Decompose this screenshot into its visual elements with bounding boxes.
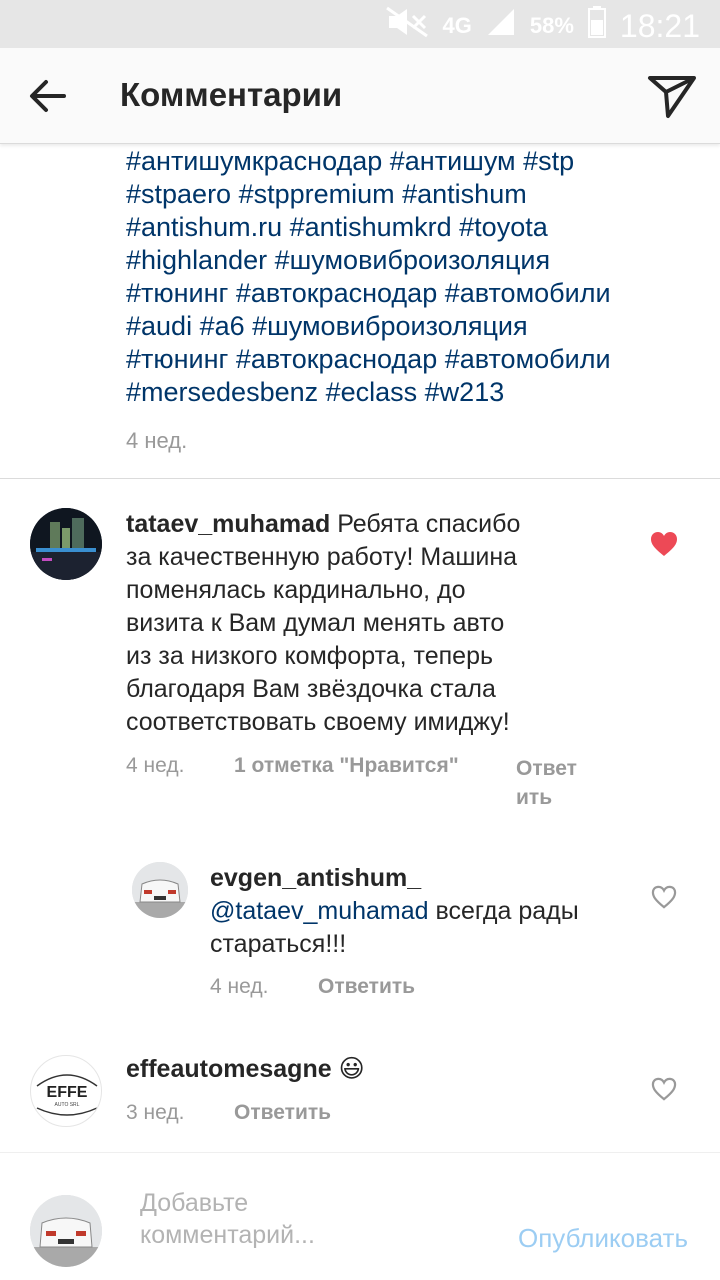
placeholder-line: комментарий... <box>140 1221 315 1249</box>
battery-percent: 58% <box>529 13 574 38</box>
like-button[interactable] <box>651 885 679 911</box>
comment-text: поменялась кардинально, до <box>126 576 466 604</box>
comment-composer: Добавьте комментарий... Опубликовать <box>0 1152 720 1280</box>
caption-line[interactable]: #mersedesbenz #eclass #w213 <box>126 376 696 409</box>
avatar-photo <box>30 508 102 580</box>
heart-outline-icon <box>651 1077 677 1101</box>
avatar[interactable]: EFFE AUTO SRL <box>30 1055 102 1127</box>
caption-timestamp: 4 нед. <box>126 428 188 453</box>
comment-username[interactable]: effeautomesagne <box>126 1055 332 1083</box>
caption-line[interactable]: #stpaero #stppremium #antishum <box>126 178 696 211</box>
reply-button[interactable]: Ответ ить <box>516 754 577 812</box>
avatar-photo <box>30 1195 102 1267</box>
placeholder-line: Добавьте <box>140 1189 249 1217</box>
app-bar: Комментарии <box>0 48 720 144</box>
comment-text: благодаря Вам звёздочка стала <box>126 675 496 703</box>
mute-icon <box>385 6 429 46</box>
caption-line[interactable]: #highlander #шумовиброизоляция <box>126 244 696 277</box>
comment-body: tataev_muhamad Ребята спасибо за качеств… <box>126 508 646 739</box>
network-label: 4G <box>442 13 472 38</box>
avatar-photo <box>132 862 188 918</box>
caption-line[interactable]: #антишумкраснодар #антишум #stp <box>126 145 696 178</box>
comment-text: Ребята спасибо <box>337 510 521 538</box>
comment-body: evgen_antishum_ @tataev_muhamad всегда р… <box>210 862 650 961</box>
comment-username[interactable]: evgen_antishum_ <box>210 862 650 895</box>
comment-body: effeautomesagne 😃 <box>126 1053 626 1086</box>
logo-text: EFFE <box>47 1084 88 1101</box>
arrow-left-icon <box>30 80 66 112</box>
reply-label: ить <box>516 786 553 809</box>
reply-button[interactable]: Ответить <box>318 975 415 999</box>
avatar[interactable] <box>30 508 102 580</box>
comment-text: визита к Вам думал менять авто <box>126 609 505 637</box>
caption-line[interactable]: #тюнинг #автокраснодар #автомобили <box>126 343 696 376</box>
send-icon <box>648 76 696 118</box>
mention-link[interactable]: @tataev_muhamad <box>210 897 429 925</box>
comment-timestamp: 3 нед. <box>126 1101 185 1124</box>
caption-line[interactable]: #тюнинг #автокраснодар #автомобили <box>126 277 696 310</box>
comment-input[interactable]: Добавьте комментарий... <box>140 1187 440 1251</box>
my-avatar <box>30 1195 102 1267</box>
logo-subtext: AUTO SRL <box>55 1102 80 1108</box>
avatar[interactable] <box>132 862 188 918</box>
like-button[interactable] <box>651 1077 679 1103</box>
reply-label: Ответ <box>516 757 577 780</box>
battery-icon <box>587 6 606 46</box>
publish-button[interactable]: Опубликовать <box>518 1223 688 1254</box>
comment-text: всегда рады <box>435 897 579 925</box>
comment-timestamp: 4 нед. <box>210 975 269 998</box>
comment-text: соответствовать своему имиджу! <box>126 708 510 736</box>
page-title: Комментарии <box>120 76 343 113</box>
comment-timestamp: 4 нед. <box>126 754 185 777</box>
signal-icon <box>486 7 516 45</box>
caption-line[interactable]: #antishum.ru #antishumkrd #toyota <box>126 211 696 244</box>
clock: 18:21 <box>619 7 700 44</box>
status-bar: 4G 58% 18:21 <box>0 0 720 48</box>
emoji: 😃 <box>338 1055 365 1083</box>
heart-filled-icon <box>651 532 677 556</box>
comment-username[interactable]: tataev_muhamad <box>126 510 330 538</box>
reply-button[interactable]: Ответить <box>234 1101 331 1125</box>
back-button[interactable] <box>24 72 72 120</box>
likes-count[interactable]: 1 отметка "Нравится" <box>234 754 459 778</box>
comment-text: из за низкого комфорта, теперь <box>126 642 494 670</box>
caption-line[interactable]: #audi #a6 #шумовиброизоляция <box>126 310 696 343</box>
like-button[interactable] <box>650 531 678 557</box>
post-caption: #антишумкраснодар #антишум #stp #stpaero… <box>126 145 696 409</box>
divider <box>0 478 720 479</box>
comment-text: стараться!!! <box>210 930 347 958</box>
heart-outline-icon <box>651 885 677 909</box>
comment-text: за качественную работу! Машина <box>126 543 518 571</box>
share-button[interactable] <box>646 70 698 122</box>
effe-logo: EFFE AUTO SRL <box>36 1074 98 1116</box>
